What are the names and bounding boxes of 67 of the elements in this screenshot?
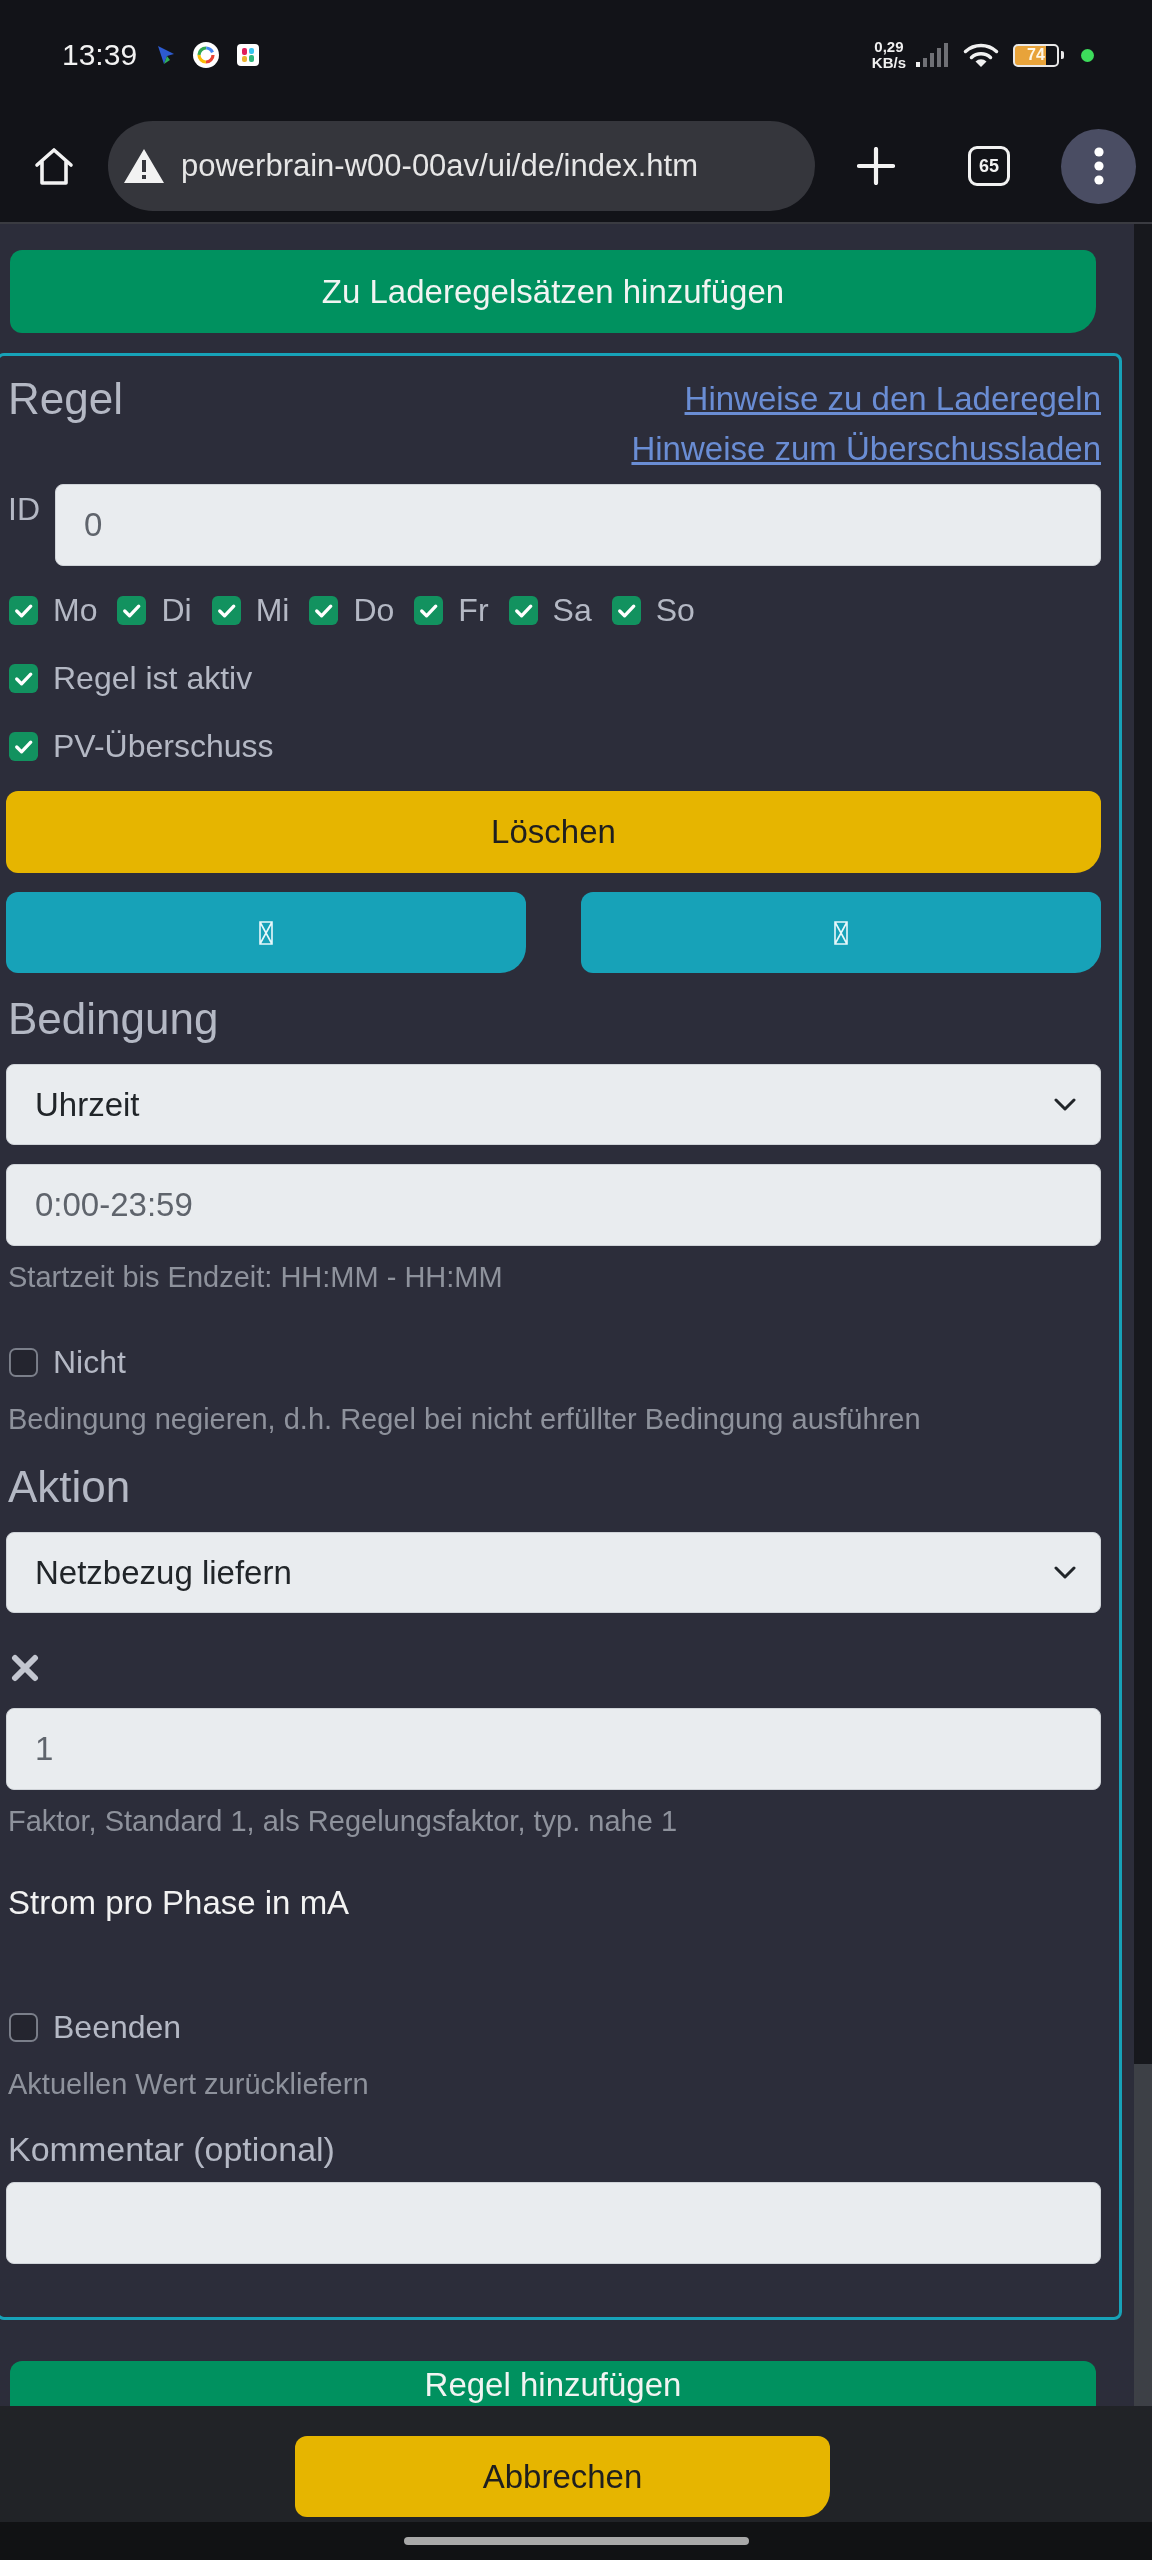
checkbox[interactable] [9,595,38,625]
chevron-down-icon [1054,1097,1076,1112]
checkbox[interactable] [9,2012,38,2042]
network-speed-value: 0,29 [874,39,904,55]
address-bar[interactable]: powerbrain-w00-00av/ui/de/index.htm [108,121,815,211]
signal-icon [916,43,950,67]
cancel-button[interactable]: Abbrechen [295,2436,830,2517]
battery-indicator: 74 [1013,43,1064,67]
url-text: powerbrain-w00-00av/ui/de/index.htm [181,148,698,184]
comment-field[interactable] [6,2182,1101,2264]
checkbox[interactable] [611,595,641,625]
chevron-down-icon [1054,1565,1076,1580]
checkbox[interactable] [117,595,147,625]
checkbox-label: Nicht [53,1343,126,1381]
field-label: ID [7,490,41,529]
condition-select[interactable]: Uhrzeit [6,1064,1101,1145]
tab-switcher-button[interactable]: 65 [968,146,1010,186]
app-tile-icon [237,44,260,66]
checkbox-label: Do [353,591,395,629]
help-link[interactable]: Hinweise zu den Laderegeln [684,374,1101,424]
help-text: Aktuellen Wert zurückliefern [8,2067,370,2102]
section-heading: Regel [8,374,123,424]
clock-time: 13:39 [62,38,138,72]
add-rule-button[interactable]: Regel hinzufügen [10,2361,1096,2406]
checkbox[interactable] [9,1347,38,1377]
checkbox-label: PV-Überschuss [53,727,274,765]
checkbox[interactable] [9,663,38,693]
add-to-rulesets-button[interactable]: Zu Laderegelsätzen hinzufügen [10,250,1096,333]
checkbox-label: Mo [53,591,98,629]
checkbox[interactable] [211,595,241,625]
wifi-icon [963,42,999,68]
unit-label: Strom pro Phase in mA [8,1883,351,1923]
plus-icon[interactable] [857,147,895,185]
action-select[interactable]: Netzbezug liefern [6,1532,1101,1613]
home-icon[interactable] [34,146,74,186]
help-text: Faktor, Standard 1, als Regelungsfaktor, typ. nahe 1 [8,1804,679,1839]
field-label: Kommentar (optional) [8,2129,336,2170]
scrollbar-thumb[interactable] [1134,2064,1152,2406]
checkbox-label: So [655,591,695,629]
checkbox[interactable] [309,595,339,625]
checkbox[interactable] [508,595,538,625]
warning-icon [123,148,165,184]
section-heading: Aktion [8,1462,132,1512]
arrow-icon [157,45,176,65]
help-text: Startzeit bis Endzeit: HH:MM - HH:MM [8,1260,504,1295]
more-options-icon [1093,146,1104,186]
help-text: Bedingung negieren, d.h. Regel bei nicht erfüllter Bedingung ausführen [8,1402,922,1437]
checkbox-label: Sa [552,591,592,629]
checkbox-label: Di [161,591,192,629]
checkbox-label: Fr [458,591,489,629]
missing-glyph-icon [259,920,273,945]
checkbox-label: Regel ist aktiv [53,659,253,697]
checkbox-label: Mi [255,591,290,629]
cross-icon [11,1654,39,1682]
status-dot-icon [1081,48,1094,62]
checkbox[interactable] [9,731,38,761]
circle-logo-icon [193,42,220,68]
checkbox-label: Beenden [53,2008,182,2046]
missing-glyph-icon [834,920,848,945]
network-speed-unit: KB/s [871,55,906,71]
section-heading: Bedingung [8,994,220,1044]
checkbox[interactable] [414,595,444,625]
help-link[interactable]: Hinweise zum Überschussladen [631,424,1101,474]
factor-field[interactable]: 1 [6,1708,1101,1790]
time-range-field[interactable]: 0:00-23:59 [6,1164,1101,1246]
delete-button[interactable]: Löschen [6,791,1101,873]
id-field[interactable]: 0 [55,484,1101,566]
